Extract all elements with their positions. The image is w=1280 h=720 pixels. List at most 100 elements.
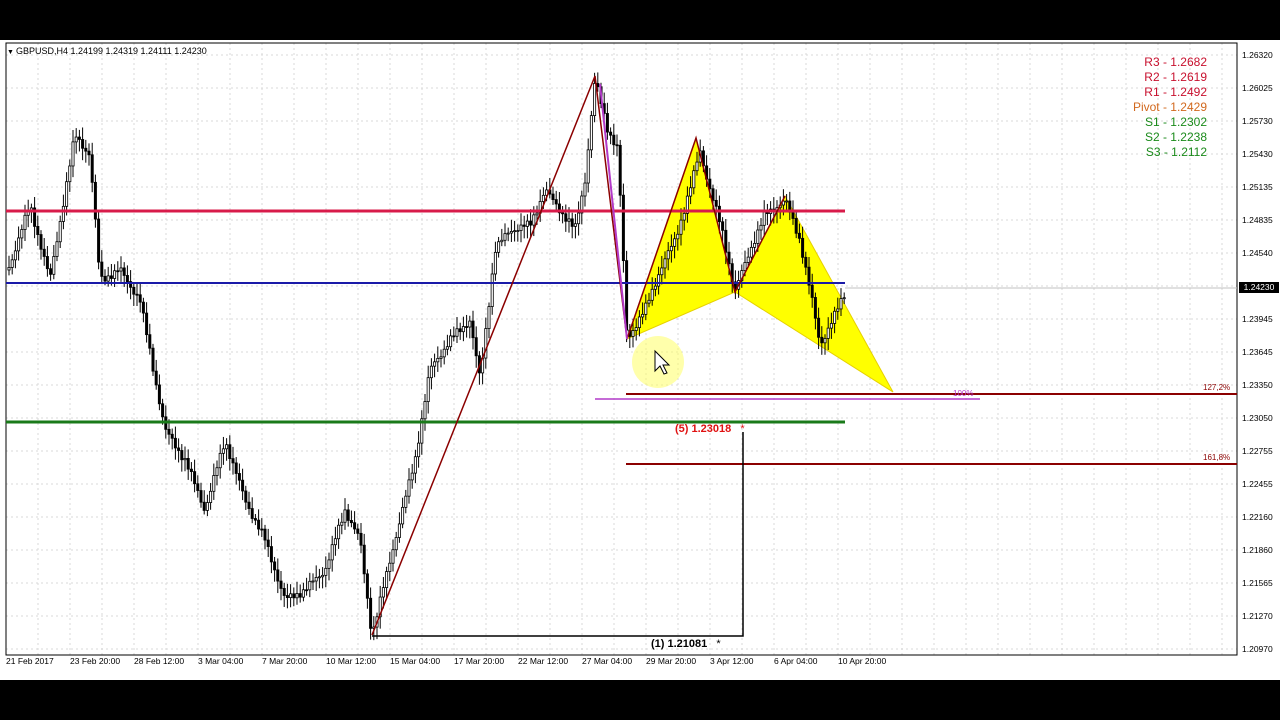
candle [205,494,209,517]
candle [314,565,318,591]
candle [753,231,757,255]
price-tick: 1.24540 [1242,248,1273,258]
candle [500,228,504,247]
candle [225,438,229,461]
candle [333,526,337,556]
candle [506,227,510,242]
candle [394,531,398,557]
candle [471,310,475,350]
fib-1618-label: 161,8% [1203,453,1231,462]
candle [356,523,360,540]
candle [468,315,472,339]
time-tick: 3 Mar 04:00 [198,656,244,666]
time-tick: 29 Mar 20:00 [646,656,697,666]
chart-window[interactable]: ▼ GBPUSD,H4 1.24199 1.24319 1.24111 1.242… [0,40,1280,680]
candle [461,316,465,342]
price-tick: 1.23645 [1242,347,1273,357]
candle [305,577,309,596]
symbol-header: ▼ GBPUSD,H4 1.24199 1.24319 1.24111 1.242… [7,46,207,56]
candle [516,224,520,242]
candle [484,317,488,369]
candle [97,210,101,270]
candle [359,522,363,554]
candle [554,190,558,211]
candle [362,533,366,584]
candle [71,130,75,178]
candle [605,102,609,140]
candle [493,241,497,281]
candle [282,582,286,607]
candle [45,246,49,277]
candle [733,270,737,300]
candle [186,449,190,480]
candle [404,489,408,514]
candle [279,570,283,601]
candle [234,457,238,485]
price-tick: 1.22455 [1242,479,1273,489]
candle [525,214,529,239]
candle [87,143,91,166]
price-tick: 1.22160 [1242,512,1273,522]
price-tick: 1.20970 [1242,644,1273,654]
candle [353,511,357,535]
candle [52,244,56,280]
candle [413,449,417,484]
candle [199,482,203,508]
candle [455,316,459,343]
candle [621,183,625,273]
candle [298,584,302,603]
candle [465,314,469,338]
candle [77,129,81,152]
candle [295,581,299,605]
candle [401,497,405,529]
pivot-levels-legend: R3 - 1.2682 R2 - 1.2619 R1 - 1.2492 Pivo… [1133,55,1207,160]
candle [183,446,187,472]
candle [557,192,561,222]
pivot-r1: R1 - 1.2492 [1144,85,1207,99]
candle [490,262,494,315]
candle [39,230,43,260]
price-chart[interactable] [0,40,1280,680]
candle [84,139,88,163]
fib-100-label: 100% [953,389,974,398]
pivot-r3: R3 - 1.2682 [1144,55,1207,69]
harmonic-pattern-right [734,194,894,393]
candle [564,204,568,232]
candle [423,393,427,431]
pivot-s3: S3 - 1.2112 [1145,145,1207,159]
price-tick: 1.22755 [1242,446,1273,456]
candle [391,539,395,572]
candle [116,261,120,281]
candle [237,463,241,491]
candle [250,497,254,524]
price-tick: 1.25430 [1242,149,1273,159]
candle [330,535,334,572]
candle [407,468,411,504]
candle [90,142,94,193]
candle [100,250,104,283]
candle [615,134,619,157]
price-tick: 1.21270 [1242,611,1273,621]
candle [529,209,533,237]
candle [509,219,513,242]
time-tick: 22 Mar 12:00 [518,656,569,666]
candle [119,256,123,282]
candle [74,128,78,154]
collapse-triangle-icon[interactable]: ▼ [7,49,14,56]
candle [173,426,177,460]
time-tick: 7 Mar 20:00 [262,656,308,666]
candle [289,584,293,608]
candle [55,231,59,262]
price-tick: 1.21565 [1242,578,1273,588]
candle [132,282,136,306]
candle [765,203,769,226]
candle [573,213,577,239]
candle [452,326,456,342]
price-tick: 1.26320 [1242,50,1273,60]
fib-1272-label: 127,2% [1203,383,1231,392]
candle [551,186,555,205]
candle [177,438,181,463]
candle [81,127,85,161]
candle [397,512,401,543]
candle [135,283,139,306]
